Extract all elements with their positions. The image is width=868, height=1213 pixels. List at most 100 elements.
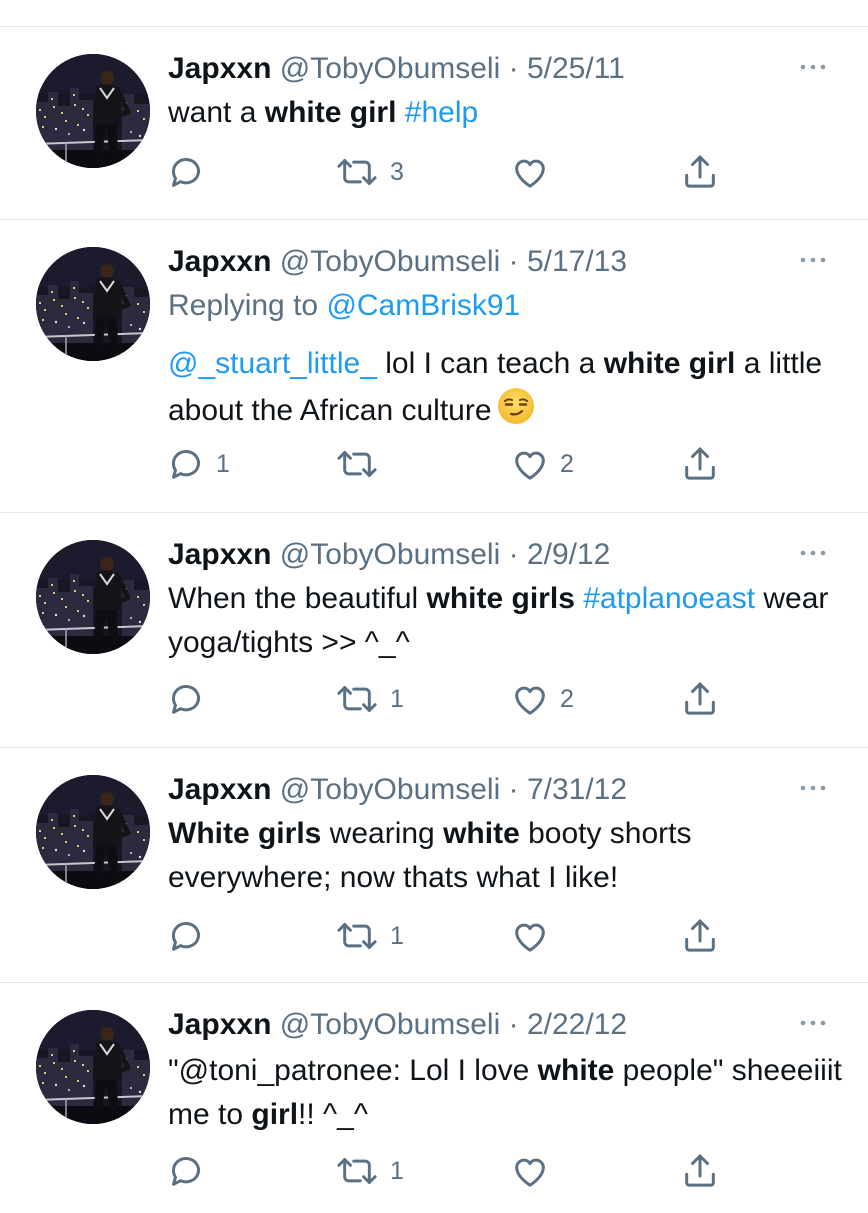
tweet-date[interactable]: 5/25/11 (527, 52, 625, 85)
user-handle[interactable]: @TobyObumseli (280, 773, 501, 806)
tweet[interactable]: Japxxn @TobyObumseli · 2/9/12 When the b… (0, 513, 868, 748)
share-icon (680, 152, 720, 192)
share-button[interactable] (680, 152, 720, 192)
display-name[interactable]: Japxxn (168, 773, 271, 806)
tweet-date[interactable]: 7/31/12 (527, 773, 627, 806)
avatar[interactable] (36, 247, 150, 361)
more-icon[interactable] (795, 250, 831, 270)
like-icon (510, 679, 550, 719)
like-icon (510, 916, 550, 956)
tweet-header: Japxxn @TobyObumseli · 5/17/13 (168, 242, 627, 282)
retweet-count: 1 (390, 1156, 404, 1185)
reply-icon (166, 916, 206, 956)
avatar[interactable] (36, 540, 150, 654)
display-name[interactable]: Japxxn (168, 52, 271, 85)
reply-icon (166, 444, 206, 484)
tweet-text: When the beautiful white girls #atplanoe… (168, 577, 848, 665)
tweet-text-segment (575, 582, 583, 615)
user-handle[interactable]: @TobyObumseli (280, 538, 501, 571)
user-handle[interactable]: @TobyObumseli (280, 245, 501, 278)
display-name[interactable]: Japxxn (168, 538, 271, 571)
like-button[interactable] (510, 152, 560, 192)
reply-button[interactable] (166, 916, 216, 956)
retweet-count: 3 (390, 157, 404, 186)
tweet-text-bold: white girl (264, 96, 397, 129)
user-handle[interactable]: @TobyObumseli (280, 1008, 501, 1041)
reply-button[interactable] (166, 152, 216, 192)
retweet-button[interactable]: 1 (334, 1151, 404, 1191)
tweet-link[interactable]: @_stuart_little_ (168, 347, 377, 380)
like-button[interactable] (510, 1151, 560, 1191)
tweet-text-segment: !! ^_^ (298, 1098, 368, 1131)
more-icon[interactable] (795, 543, 831, 563)
like-count: 2 (560, 449, 574, 478)
retweet-button[interactable] (334, 444, 390, 484)
reply-button[interactable]: 1 (166, 444, 230, 484)
more-icon[interactable] (795, 778, 831, 798)
user-handle[interactable]: @TobyObumseli (280, 52, 501, 85)
tweet[interactable]: Japxxn @TobyObumseli · 5/25/11 want a wh… (0, 27, 868, 220)
tweet-text-bold: girl (251, 1098, 299, 1131)
share-button[interactable] (680, 444, 720, 484)
avatar[interactable] (36, 775, 150, 889)
display-name[interactable]: Japxxn (168, 1008, 271, 1041)
tweet-text: "@toni_patronee: Lol I love white people… (168, 1049, 848, 1137)
more-icon[interactable] (795, 1013, 831, 1033)
share-icon (680, 1151, 720, 1191)
reply-button[interactable] (166, 679, 216, 719)
tweet[interactable]: Japxxn @TobyObumseli · 2/22/12 "@toni_pa… (0, 983, 868, 1213)
tweet-text: @_stuart_little_ lol I can teach a white… (168, 342, 848, 439)
tweet-text-bold: white girls (426, 582, 575, 615)
share-button[interactable] (680, 916, 720, 956)
tweet-text-bold: white (443, 817, 520, 850)
retweet-count: 1 (390, 921, 404, 950)
tweet-text-segment: lol I can teach a (376, 347, 604, 380)
display-name[interactable]: Japxxn (168, 245, 271, 278)
tweet-text-segment: wearing (321, 817, 444, 850)
tweet-text-bold: white (537, 1054, 615, 1087)
retweet-button[interactable]: 1 (334, 679, 404, 719)
like-button[interactable]: 2 (510, 679, 574, 719)
replying-to-handle[interactable]: @CamBrisk91 (326, 289, 520, 322)
tweet-text-segment: "@toni_patronee: Lol I love (168, 1054, 538, 1087)
smirk-emoji (496, 386, 536, 439)
replying-to: Replying to @CamBrisk91 (168, 286, 520, 326)
share-button[interactable] (680, 1151, 720, 1191)
tweet-text: want a white girl #help (168, 91, 848, 135)
replying-to-label: Replying to (168, 289, 319, 322)
tweet-text: White girls wearing white booty shorts e… (168, 812, 848, 900)
tweet-date[interactable]: 5/17/13 (527, 245, 627, 278)
reply-button[interactable] (166, 1151, 216, 1191)
separator-dot: · (500, 773, 527, 806)
more-icon[interactable] (795, 57, 831, 77)
retweet-button[interactable]: 1 (334, 916, 404, 956)
reply-icon (166, 679, 206, 719)
separator-dot: · (500, 1008, 527, 1041)
separator-dot: · (500, 52, 527, 85)
tweet-date[interactable]: 2/22/12 (527, 1008, 627, 1041)
avatar[interactable] (36, 1010, 150, 1124)
tweet[interactable]: Japxxn @TobyObumseli · 5/17/13 Replying … (0, 220, 868, 513)
tweet-text-segment (396, 96, 404, 129)
share-button[interactable] (680, 679, 720, 719)
share-icon (680, 916, 720, 956)
separator-dot: · (500, 245, 527, 278)
tweet[interactable]: Japxxn @TobyObumseli · 7/31/12 White gir… (0, 748, 868, 983)
like-button[interactable]: 2 (510, 444, 574, 484)
like-button[interactable] (510, 916, 560, 956)
tweet-link[interactable]: #help (405, 96, 478, 129)
tweet-header: Japxxn @TobyObumseli · 7/31/12 (168, 770, 627, 810)
retweet-icon (334, 444, 380, 484)
retweet-button[interactable]: 3 (334, 152, 404, 192)
avatar[interactable] (36, 54, 150, 168)
tweet-header: Japxxn @TobyObumseli · 2/22/12 (168, 1005, 627, 1045)
reply-icon (166, 152, 206, 192)
like-count: 2 (560, 684, 574, 713)
reply-icon (166, 1151, 206, 1191)
retweet-icon (334, 1151, 380, 1191)
retweet-icon (334, 679, 380, 719)
like-icon (510, 152, 550, 192)
tweet-date[interactable]: 2/9/12 (527, 538, 610, 571)
tweet-link[interactable]: #atplanoeast (583, 582, 755, 615)
share-icon (680, 679, 720, 719)
